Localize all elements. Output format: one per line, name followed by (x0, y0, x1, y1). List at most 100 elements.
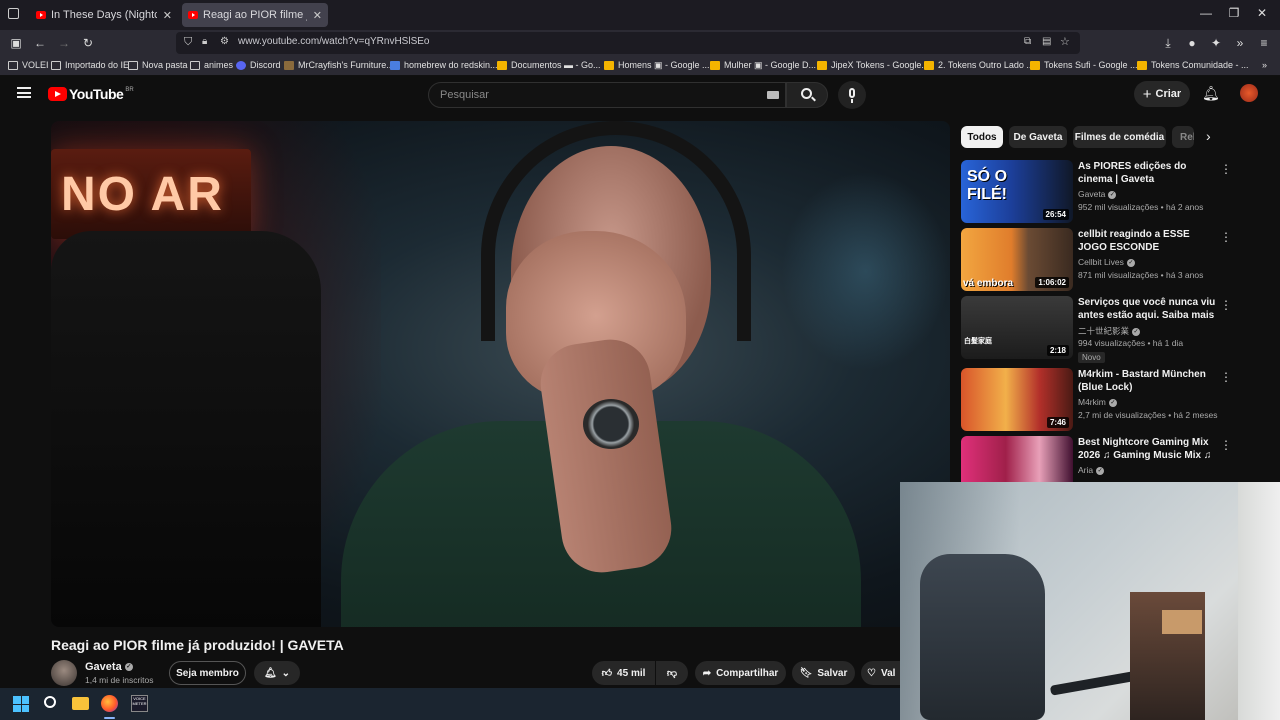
keyboard-icon[interactable] (767, 91, 779, 99)
bookmark-item[interactable]: JipeX Tokens - Google... (817, 60, 929, 70)
thumbs-down-icon: 👎︎ (666, 668, 678, 679)
forward-icon[interactable]: → (56, 35, 72, 51)
file-explorer-icon[interactable] (72, 697, 89, 710)
user-avatar[interactable] (1240, 84, 1258, 102)
more-options-icon[interactable]: ⋮ (1220, 438, 1232, 452)
bookmark-item[interactable]: Tokens Comunidade - ... (1137, 60, 1249, 70)
bookmark-item[interactable]: animes (190, 60, 233, 70)
picture-in-picture-icon[interactable]: ⧉ (1024, 36, 1031, 47)
recommendation-item[interactable]: vá embora 1:06:02 cellbit reagindo a ESS… (961, 228, 1261, 292)
bookmark-item[interactable]: Documentos ▬ - Go... (497, 60, 601, 70)
bookmark-item[interactable]: 2. Tokens Outro Lado ... (924, 60, 1034, 70)
microphone-icon (849, 88, 855, 98)
close-window-icon[interactable]: ✕ (1252, 6, 1272, 20)
more-options-icon[interactable]: ⋮ (1220, 298, 1232, 312)
recommendation-item[interactable]: 7:46 M4rkim - Bastard München (Blue Lock… (961, 368, 1261, 432)
menu-icon[interactable]: ≡ (1256, 35, 1272, 51)
extensions-icon[interactable]: ✦ (1208, 35, 1224, 51)
bookmark-item[interactable]: VOLEI (8, 60, 49, 70)
maximize-window-icon[interactable]: ❐ (1224, 6, 1244, 20)
more-options-icon[interactable]: ⋮ (1220, 230, 1232, 244)
mod-site-icon (284, 60, 294, 70)
tracking-protection-icon[interactable]: ⛉ (184, 36, 192, 49)
recommendation-item[interactable]: SÓ O FILÉ! 26:54 As PIORES edições do ci… (961, 160, 1261, 224)
video-thumbnail[interactable]: 白髮家庭 2:18 (961, 296, 1073, 359)
bookmark-item[interactable]: Importado do IE (51, 60, 129, 70)
save-button[interactable]: 🔖︎ Salvar (792, 661, 855, 685)
bookmarks-bar: VOLEI Importado do IE Nova pasta animes … (0, 56, 1280, 76)
create-button[interactable]: + Criar (1134, 81, 1190, 107)
url-text: www.youtube.com/watch?v=qYRnvHSlSEo (238, 36, 430, 47)
channel-name[interactable]: Gaveta ✓ (85, 661, 133, 673)
reload-icon[interactable]: ↻ (80, 35, 96, 51)
firefox-icon[interactable] (101, 695, 118, 712)
folder-icon (8, 60, 18, 70)
address-bar[interactable]: ⛉ 🔒︎ ⚙ www.youtube.com/watch?v=qYRnvHSlS… (176, 32, 1080, 54)
video-thumbnail[interactable]: SÓ O FILÉ! 26:54 (961, 160, 1073, 223)
tab-gaveta[interactable]: Reagi ao PIOR filme já produzid ✕ (182, 3, 328, 27)
subscriber-count: 1,4 mi de inscritos (85, 675, 154, 685)
bookmark-item[interactable]: MrCrayfish's Furniture... (284, 60, 394, 70)
chip-related[interactable]: Rel (1172, 126, 1194, 148)
close-tab-icon[interactable]: ✕ (163, 9, 172, 22)
voice-search-button[interactable] (838, 81, 866, 109)
windows-start-icon[interactable] (13, 696, 29, 712)
webcam-box (1162, 610, 1202, 634)
search-button[interactable] (786, 82, 828, 108)
chevron-right-icon[interactable]: › (1206, 128, 1211, 144)
tab-nightcore[interactable]: In These Days (Nightcore Mix) - ✕ (30, 3, 178, 27)
downloads-icon[interactable]: ⤓ (1160, 35, 1176, 51)
lock-icon[interactable]: 🔒︎ (202, 36, 207, 47)
chip-de-gaveta[interactable]: De Gaveta (1009, 126, 1067, 148)
recommendation-meta: 2,7 mi de visualizações • há 2 meses (1078, 410, 1218, 420)
search-input[interactable]: Pesquisar (428, 82, 786, 108)
account-icon[interactable]: ● (1184, 35, 1200, 51)
join-membership-button[interactable]: Seja membro (169, 661, 246, 685)
video-player[interactable]: NO AR (51, 121, 950, 627)
close-tab-icon[interactable]: ✕ (313, 9, 322, 22)
more-tools-icon[interactable]: » (1232, 35, 1248, 51)
video-thumbnail[interactable]: vá embora 1:06:02 (961, 228, 1073, 291)
bookmark-item[interactable]: Mulher ▣ - Google D... (710, 60, 816, 71)
more-bookmarks-icon[interactable]: » (1262, 60, 1267, 70)
chip-filmes-de-comedia[interactable]: Filmes de comédia (1073, 126, 1166, 148)
chip-todos[interactable]: Todos (961, 126, 1003, 148)
folder-icon (190, 60, 200, 70)
tab-title: In These Days (Nightcore Mix) - (51, 9, 157, 21)
voicemeeter-icon[interactable]: VOICE METER (131, 695, 148, 712)
bookmark-item[interactable]: Homens ▣ - Google ... (604, 60, 710, 71)
share-button[interactable]: ➦ Compartilhar (695, 661, 786, 685)
recommendation-item[interactable]: Best Nightcore Gaming Mix 2026 ♫ Gaming … (961, 436, 1261, 482)
more-options-icon[interactable]: ⋮ (1220, 162, 1232, 176)
bookmark-item[interactable]: Tokens Sufi - Google ... (1030, 60, 1138, 70)
webcam-door-frame (1238, 482, 1280, 720)
reader-view-icon[interactable]: ▤ (1042, 36, 1051, 47)
bookmark-star-icon[interactable]: ☆ (1060, 35, 1070, 48)
subscription-bell-button[interactable]: 🔔︎ ⌄ (254, 661, 300, 685)
back-icon[interactable]: ← (32, 35, 48, 51)
drive-icon (497, 60, 507, 70)
channel-avatar[interactable] (51, 660, 77, 686)
bookmark-item[interactable]: Discord (236, 60, 281, 70)
permissions-icon[interactable]: ⚙ (220, 36, 229, 47)
notifications-bell-icon[interactable]: 🔔︎ (1202, 85, 1220, 102)
video-thumbnail[interactable]: 7:46 (961, 368, 1073, 431)
youtube-logo[interactable]: YouTube BR (48, 86, 134, 102)
wristwatch (583, 399, 639, 449)
thanks-button[interactable]: ♡ Val (861, 661, 900, 685)
recommendation-item[interactable]: 白髮家庭 2:18 Serviços que você nunca viu an… (961, 296, 1261, 363)
sidebar-toggle-icon[interactable]: ▣ (8, 35, 24, 51)
dislike-button[interactable]: 👎︎ (656, 661, 688, 685)
hamburger-menu-icon[interactable] (17, 87, 31, 98)
tab-list-icon[interactable] (8, 8, 19, 19)
video-thumbnail[interactable] (961, 436, 1073, 482)
bookmark-item[interactable]: Nova pasta (128, 60, 188, 70)
minimize-window-icon[interactable]: — (1196, 6, 1216, 20)
bookmark-item[interactable]: homebrew do redskin... (390, 60, 498, 70)
like-button[interactable]: 👍︎ 45 mil (592, 661, 655, 685)
more-options-icon[interactable]: ⋮ (1220, 370, 1232, 384)
recommendation-channel: Aria ✓ (1078, 465, 1105, 475)
recommendation-channel: Gaveta ✓ (1078, 189, 1117, 199)
search-icon[interactable] (44, 696, 56, 708)
verified-icon: ✓ (1108, 398, 1117, 407)
